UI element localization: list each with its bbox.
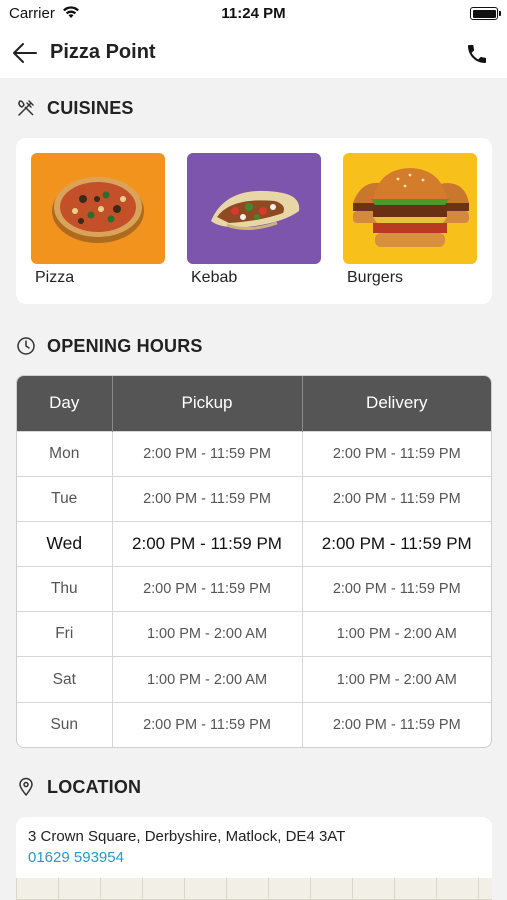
battery-icon xyxy=(470,7,501,20)
cuisine-item-pizza[interactable]: Pizza xyxy=(31,153,165,287)
opening-hours-section-header: OPENING HOURS xyxy=(16,334,203,358)
pickup-hours-cell: 2:00 PM - 11:59 PM xyxy=(112,566,303,612)
delivery-hours-cell: 2:00 PM - 11:59 PM xyxy=(302,520,491,567)
delivery-hours-cell: 1:00 PM - 2:00 AM xyxy=(302,611,491,657)
delivery-hours-cell: 1:00 PM - 2:00 AM xyxy=(302,656,491,703)
day-cell: Sat xyxy=(17,656,113,703)
location-map[interactable] xyxy=(16,878,492,900)
cuisines-card: Pizza Kebab Burgers xyxy=(16,138,492,304)
table-row: Sat 1:00 PM - 2:00 AM 1:00 PM - 2:00 AM xyxy=(17,656,491,703)
cuisine-label: Kebab xyxy=(191,269,238,286)
table-row: Mon 2:00 PM - 11:59 PM 2:00 PM - 11:59 P… xyxy=(17,430,491,477)
cuisine-label: Burgers xyxy=(347,269,404,286)
kebab-image xyxy=(187,153,321,264)
location-section-header: LOCATION xyxy=(16,775,141,799)
table-row: Fri 1:00 PM - 2:00 AM 1:00 PM - 2:00 AM xyxy=(17,611,491,657)
page-title: Pizza Point xyxy=(50,41,156,63)
phone-icon[interactable] xyxy=(465,42,489,66)
phone-number-link[interactable]: 01629 593954 xyxy=(28,849,124,866)
column-header-pickup: Pickup xyxy=(112,376,303,431)
location-heading: LOCATION xyxy=(47,776,142,797)
cuisine-item-kebab[interactable]: Kebab xyxy=(187,153,321,287)
navigation-bar: Pizza Point xyxy=(0,28,507,78)
map-pin-icon xyxy=(16,777,36,797)
address-text: 3 Crown Square, Derbyshire, Matlock, DE4… xyxy=(28,828,346,845)
delivery-hours-cell: 2:00 PM - 11:59 PM xyxy=(302,701,491,748)
pickup-hours-cell: 2:00 PM - 11:59 PM xyxy=(112,701,303,748)
day-cell: Sun xyxy=(17,701,113,748)
back-arrow-icon[interactable] xyxy=(10,40,40,66)
utensils-icon xyxy=(16,98,36,118)
table-row: Sun 2:00 PM - 11:59 PM 2:00 PM - 11:59 P… xyxy=(17,701,491,748)
clock: 11:24 PM xyxy=(221,5,286,22)
pickup-hours-cell: 1:00 PM - 2:00 AM xyxy=(112,611,303,657)
clock-icon xyxy=(16,336,36,356)
pizza-image xyxy=(31,153,165,264)
opening-hours-table: Day Pickup Delivery Mon 2:00 PM - 11:59 … xyxy=(16,375,492,749)
column-header-delivery: Delivery xyxy=(302,376,491,431)
day-cell: Thu xyxy=(17,566,113,612)
delivery-hours-cell: 2:00 PM - 11:59 PM xyxy=(302,430,491,477)
column-header-day: Day xyxy=(17,376,113,431)
cuisines-section-header: CUISINES xyxy=(16,96,134,120)
table-row-today: Wed 2:00 PM - 11:59 PM 2:00 PM - 11:59 P… xyxy=(17,520,491,567)
opening-hours-heading: OPENING HOURS xyxy=(47,335,203,356)
pickup-hours-cell: 2:00 PM - 11:59 PM xyxy=(112,475,303,522)
day-cell: Wed xyxy=(17,520,113,567)
location-card: 3 Crown Square, Derbyshire, Matlock, DE4… xyxy=(16,817,492,900)
table-header-row: Day Pickup Delivery xyxy=(17,376,491,431)
day-cell: Fri xyxy=(17,611,113,657)
delivery-hours-cell: 2:00 PM - 11:59 PM xyxy=(302,475,491,522)
pickup-hours-cell: 2:00 PM - 11:59 PM xyxy=(112,430,303,477)
pickup-hours-cell: 1:00 PM - 2:00 AM xyxy=(112,656,303,703)
day-cell: Mon xyxy=(17,430,113,477)
cuisine-label: Pizza xyxy=(35,269,75,286)
table-row: Thu 2:00 PM - 11:59 PM 2:00 PM - 11:59 P… xyxy=(17,566,491,612)
day-cell: Tue xyxy=(17,475,113,522)
pickup-hours-cell: 2:00 PM - 11:59 PM xyxy=(112,520,303,567)
cuisines-heading: CUISINES xyxy=(47,97,134,118)
status-bar: Carrier 11:24 PM xyxy=(0,0,507,28)
table-row: Tue 2:00 PM - 11:59 PM 2:00 PM - 11:59 P… xyxy=(17,475,491,522)
burger-image xyxy=(343,153,477,264)
cuisine-item-burgers[interactable]: Burgers xyxy=(343,153,477,287)
delivery-hours-cell: 2:00 PM - 11:59 PM xyxy=(302,566,491,612)
